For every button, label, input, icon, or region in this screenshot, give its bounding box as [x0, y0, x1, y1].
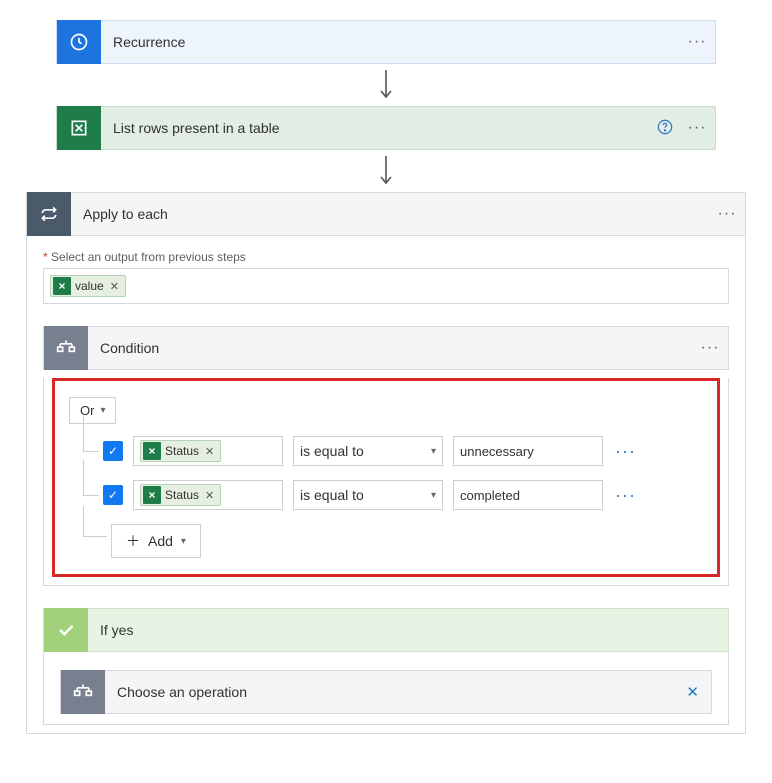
list-rows-menu[interactable]: ···	[679, 119, 715, 137]
plus-icon: ＋	[126, 531, 140, 551]
chevron-down-icon: ▾	[431, 446, 436, 457]
excel-mini-icon	[143, 442, 161, 460]
operator-select[interactable]: is equal to ▾	[293, 480, 443, 510]
logic-selector[interactable]: Or ▾	[69, 397, 116, 424]
condition-row: ✓ Status ✕ is equal to ▾	[77, 436, 703, 466]
apply-menu[interactable]: ···	[709, 205, 745, 223]
operator-select[interactable]: is equal to ▾	[293, 436, 443, 466]
excel-mini-icon	[143, 486, 161, 504]
row-checkbox[interactable]: ✓	[103, 485, 123, 505]
chevron-down-icon: ▾	[100, 405, 105, 416]
status-pill[interactable]: Status ✕	[140, 484, 221, 506]
recurrence-card[interactable]: Recurrence ···	[56, 20, 716, 64]
condition-card[interactable]: Condition ···	[43, 326, 729, 370]
recurrence-title: Recurrence	[101, 34, 679, 50]
arrow-icon	[24, 70, 748, 100]
recurrence-menu[interactable]: ···	[679, 33, 715, 51]
row-menu[interactable]: ···	[613, 485, 638, 506]
row-menu[interactable]: ···	[613, 441, 638, 462]
arrow-icon	[24, 156, 748, 186]
excel-mini-icon	[53, 277, 71, 295]
add-condition-button[interactable]: ＋ Add ▾	[111, 524, 201, 558]
choose-title: Choose an operation	[105, 684, 686, 700]
choose-operation-card[interactable]: Choose an operation ✕	[60, 670, 712, 714]
remove-pill-icon[interactable]: ✕	[205, 445, 220, 458]
condition-body: Or ▾ ✓ Status ✕	[43, 378, 729, 586]
condition-title: Condition	[88, 340, 692, 356]
status-pill[interactable]: Status ✕	[140, 440, 221, 462]
value-pill[interactable]: value ✕	[50, 275, 126, 297]
remove-pill-icon[interactable]: ✕	[205, 489, 220, 502]
close-icon[interactable]: ✕	[686, 683, 711, 701]
apply-title: Apply to each	[71, 206, 709, 222]
excel-icon	[57, 106, 101, 150]
remove-pill-icon[interactable]: ✕	[110, 280, 125, 293]
left-operand[interactable]: Status ✕	[133, 436, 283, 466]
list-rows-card[interactable]: List rows present in a table ···	[56, 106, 716, 150]
row-checkbox[interactable]: ✓	[103, 441, 123, 461]
output-label: * Select an output from previous steps	[43, 250, 729, 264]
condition-icon	[44, 326, 88, 370]
if-yes-card[interactable]: If yes	[43, 608, 729, 652]
if-yes-title: If yes	[88, 622, 728, 638]
check-icon	[44, 608, 88, 652]
loop-icon	[27, 192, 71, 236]
help-icon[interactable]	[651, 119, 679, 138]
left-operand[interactable]: Status ✕	[133, 480, 283, 510]
condition-icon	[61, 670, 105, 714]
apply-body: * Select an output from previous steps v…	[26, 236, 746, 734]
value-input[interactable]	[453, 436, 603, 466]
clock-icon	[57, 20, 101, 64]
list-rows-title: List rows present in a table	[101, 120, 651, 136]
condition-highlight: Or ▾ ✓ Status ✕	[52, 378, 720, 577]
chevron-down-icon: ▾	[181, 536, 186, 547]
output-field[interactable]: value ✕	[43, 268, 729, 304]
condition-row: ✓ Status ✕ is equal to ▾	[77, 480, 703, 510]
if-yes-body: Choose an operation ✕	[43, 652, 729, 725]
apply-to-each-card[interactable]: Apply to each ···	[26, 192, 746, 236]
condition-menu[interactable]: ···	[692, 339, 728, 357]
chevron-down-icon: ▾	[431, 490, 436, 501]
value-input[interactable]	[453, 480, 603, 510]
